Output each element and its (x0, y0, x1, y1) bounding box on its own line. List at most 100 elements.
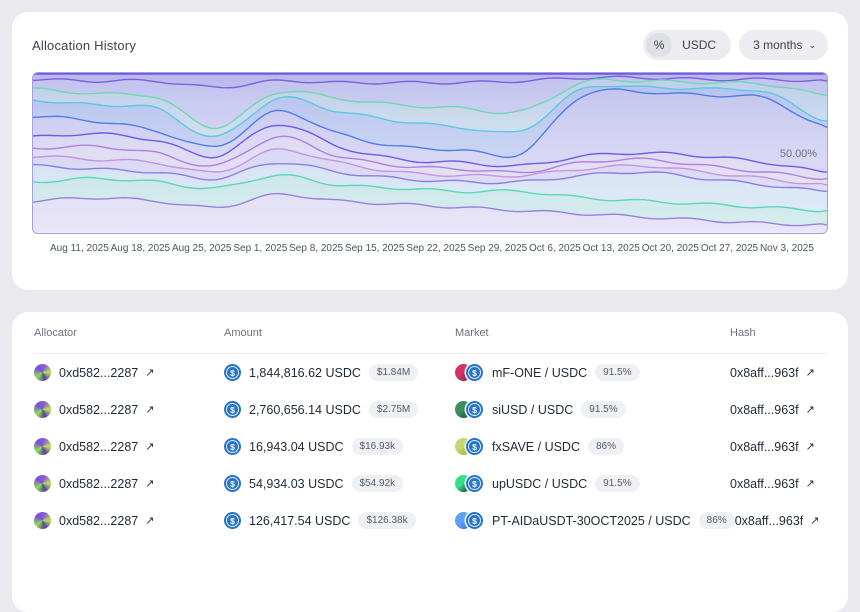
usdc-icon: $ (466, 438, 483, 455)
x-axis-tick-label: Oct 13, 2025 (583, 243, 640, 254)
usdc-ring (226, 514, 239, 527)
usdc-ring (468, 403, 481, 416)
hash-cell[interactable]: 0x8aff...963f ↗ (735, 514, 831, 528)
usdc-ring (468, 477, 481, 490)
usdc-ring (226, 440, 239, 453)
allocation-history-card: Allocation History % USDC 3 months ⌄ 50.… (12, 12, 848, 290)
table-row: 0xd582...2287 ↗ $16,943.04 USDC $16.93k $fxS… (34, 428, 826, 465)
chart-x-axis: Aug 11, 2025Aug 18, 2025Aug 25, 2025Sep … (32, 234, 828, 254)
external-link-icon[interactable]: ↗ (145, 514, 154, 527)
external-link-icon[interactable]: ↗ (145, 366, 154, 379)
hash-value: 0x8aff...963f (730, 440, 799, 454)
allocations-table-card: Allocator Amount Market Hash 0xd582...22… (12, 312, 848, 612)
column-header-allocator: Allocator (34, 327, 224, 339)
external-link-icon[interactable]: ↗ (145, 440, 154, 453)
amount-value: 126,417.54 USDC (249, 514, 350, 528)
hash-value: 0x8aff...963f (735, 514, 804, 528)
hash-cell[interactable]: 0x8aff...963f↗ (730, 366, 826, 380)
market-name: upUSDC / USDC (492, 477, 587, 491)
percent-icon: % (654, 38, 665, 52)
market-percent-badge: 86% (588, 438, 624, 455)
column-header-market: Market (455, 327, 730, 339)
x-axis-tick-label: Sep 22, 2025 (406, 243, 466, 254)
usdc-icon: $ (466, 475, 483, 492)
allocator-cell[interactable]: 0xd582...2287↗ (34, 401, 224, 418)
amount-value: 2,760,656.14 USDC (249, 403, 361, 417)
external-link-icon[interactable]: ↗ (806, 440, 815, 453)
amount-usd-badge: $2.75M (369, 401, 418, 418)
table-body: 0xd582...2287 ↗ $1,844,816.62 USDC $1.84M $ m… (34, 354, 826, 539)
table-header-row: Allocator Amount Market Hash (34, 312, 826, 354)
chart-controls: % USDC 3 months ⌄ (643, 30, 828, 60)
hash-cell[interactable]: 0x8aff...963f↗ (730, 403, 826, 417)
amount-value: 54,934.03 USDC (249, 477, 344, 491)
usdc-icon: $ (466, 401, 483, 418)
market-pair-icons: $ (455, 364, 483, 381)
unit-toggle[interactable]: % USDC (643, 30, 731, 60)
usdc-icon: $ (224, 512, 241, 529)
market-pair-icons: $ (455, 401, 483, 418)
market-cell[interactable]: $ mF-ONE / USDC 91.5% (455, 364, 730, 381)
market-pair-icons: $ (455, 438, 483, 455)
x-axis-tick-label: Sep 15, 2025 (345, 243, 405, 254)
external-link-icon[interactable]: ↗ (145, 403, 154, 416)
market-pair-icons: $ (455, 475, 483, 492)
usdc-ring (226, 403, 239, 416)
amount-cell: $126,417.54 USDC$126.38k (224, 512, 455, 529)
external-link-icon[interactable]: ↗ (806, 477, 815, 490)
market-percent-badge: 91.5% (595, 364, 639, 381)
unit-toggle-percent[interactable]: % (646, 33, 672, 57)
allocator-cell[interactable]: 0xd582...2287 ↗ (34, 475, 224, 492)
amount-cell: $16,943.04 USDC$16.93k (224, 438, 455, 455)
allocator-cell[interactable]: 0xd582...2287 ↗ (34, 438, 224, 455)
market-cell[interactable]: $fxSAVE / USDC86% (455, 438, 730, 455)
usdc-icon: $ (466, 512, 483, 529)
table-row: 0xd582...2287 ↗ $54,934.03 USDC $54.92k $ upU… (34, 465, 826, 502)
allocator-address: 0xd582...2287 (59, 477, 138, 491)
external-link-icon[interactable]: ↗ (145, 477, 154, 490)
market-percent-badge: 86% (699, 512, 735, 529)
market-cell[interactable]: $PT-AIDaUSDT-30OCT2025 / USDC86% (455, 512, 735, 529)
hash-cell[interactable]: 0x8aff...963f↗ (730, 477, 826, 491)
allocator-cell[interactable]: 0xd582...2287 ↗ (34, 512, 224, 529)
amount-usd-badge: $54.92k (352, 475, 404, 492)
market-name: mF-ONE / USDC (492, 366, 587, 380)
hash-cell[interactable]: 0x8aff...963f ↗ (730, 440, 826, 454)
allocator-avatar (34, 438, 51, 455)
usdc-ring (226, 477, 239, 490)
usdc-icon: $ (224, 401, 241, 418)
market-cell[interactable]: $ upUSDC / USDC 91.5% (455, 475, 730, 492)
amount-cell: $2,760,656.14 USDC $2.75M (224, 401, 455, 418)
x-axis-tick-label: Sep 8, 2025 (289, 243, 343, 254)
amount-usd-badge: $16.93k (352, 438, 404, 455)
external-link-icon[interactable]: ↗ (806, 403, 815, 416)
allocation-stream-chart[interactable]: 50.00% (32, 72, 828, 234)
amount-usd-badge: $1.84M (369, 364, 418, 381)
market-cell[interactable]: $siUSD / USDC91.5% (455, 401, 730, 418)
table-row: 0xd582...2287↗$1,844,816.62 USDC$1.84M$m… (34, 354, 826, 391)
amount-value: 16,943.04 USDC (249, 440, 344, 454)
range-dropdown[interactable]: 3 months ⌄ (739, 30, 828, 60)
allocator-avatar (34, 512, 51, 529)
allocator-address: 0xd582...2287 (59, 514, 138, 528)
x-axis-tick-label: Aug 18, 2025 (111, 243, 171, 254)
chevron-down-icon: ⌄ (808, 40, 816, 51)
midline-label: 50.00% (780, 148, 817, 160)
table-row: 0xd582...2287↗$2,760,656.14 USDC$2.75M$s… (34, 391, 826, 428)
market-percent-badge: 91.5% (581, 401, 625, 418)
external-link-icon[interactable]: ↗ (810, 514, 819, 527)
x-axis-tick-label: Oct 20, 2025 (642, 243, 699, 254)
amount-cell: $54,934.03 USDC$54.92k (224, 475, 455, 492)
allocator-cell[interactable]: 0xd582...2287↗ (34, 364, 224, 381)
external-link-icon[interactable]: ↗ (806, 366, 815, 379)
market-percent-badge: 91.5% (595, 475, 639, 492)
amount-value: 1,844,816.62 USDC (249, 366, 361, 380)
stream-chart-svg: 50.00% (33, 73, 827, 233)
column-header-hash: Hash (730, 327, 826, 339)
usdc-ring (226, 366, 239, 379)
usdc-icon: $ (224, 364, 241, 381)
allocator-address: 0xd582...2287 (59, 440, 138, 454)
unit-toggle-usdc[interactable]: USDC (672, 38, 728, 52)
usdc-ring (468, 514, 481, 527)
allocator-avatar (34, 475, 51, 492)
